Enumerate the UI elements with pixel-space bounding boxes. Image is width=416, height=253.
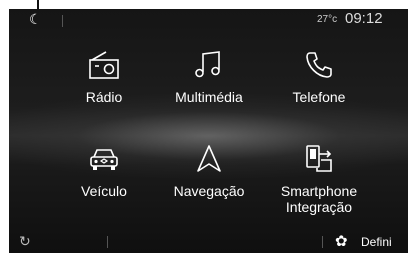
menu-item-vehicle[interactable]: Veículo (49, 141, 159, 211)
bottom-bar: ↻ ✿ Defini (9, 231, 408, 253)
phone-icon (264, 47, 374, 83)
menu-item-multimedia[interactable]: Multimédia (154, 47, 264, 117)
menu-label: Telefone (292, 89, 346, 105)
music-note-icon (154, 47, 264, 83)
refresh-icon[interactable]: ↻ (19, 233, 31, 250)
divider (62, 15, 63, 27)
head-unit-screen: ☾ 27°c 09:12 Rádio Multimédia Telefone V… (9, 9, 408, 253)
car-icon (49, 141, 159, 177)
menu-item-navigation[interactable]: Navegação (154, 141, 264, 211)
divider (322, 236, 323, 248)
menu-item-radio[interactable]: Rádio (49, 47, 159, 117)
night-mode-icon[interactable]: ☾ (29, 11, 42, 28)
status-bar: ☾ 27°c 09:12 (9, 9, 408, 31)
radio-icon (49, 47, 159, 83)
menu-label: Smartphone Integração (280, 183, 358, 215)
clock: 09:12 (345, 10, 383, 27)
menu-label: Rádio (85, 89, 123, 105)
smartphone-icon (264, 141, 374, 177)
menu-label: Navegação (173, 183, 245, 199)
menu-label: Veículo (81, 183, 127, 199)
settings-button[interactable]: Defini (361, 235, 392, 249)
menu-label: Multimédia (175, 89, 243, 105)
temperature: 27°c (317, 14, 338, 25)
divider (107, 236, 108, 248)
menu-item-phone[interactable]: Telefone (264, 47, 374, 117)
navigation-arrow-icon (154, 141, 264, 177)
menu-item-smartphone[interactable]: Smartphone Integração (264, 141, 374, 221)
gear-icon[interactable]: ✿ (335, 232, 348, 250)
